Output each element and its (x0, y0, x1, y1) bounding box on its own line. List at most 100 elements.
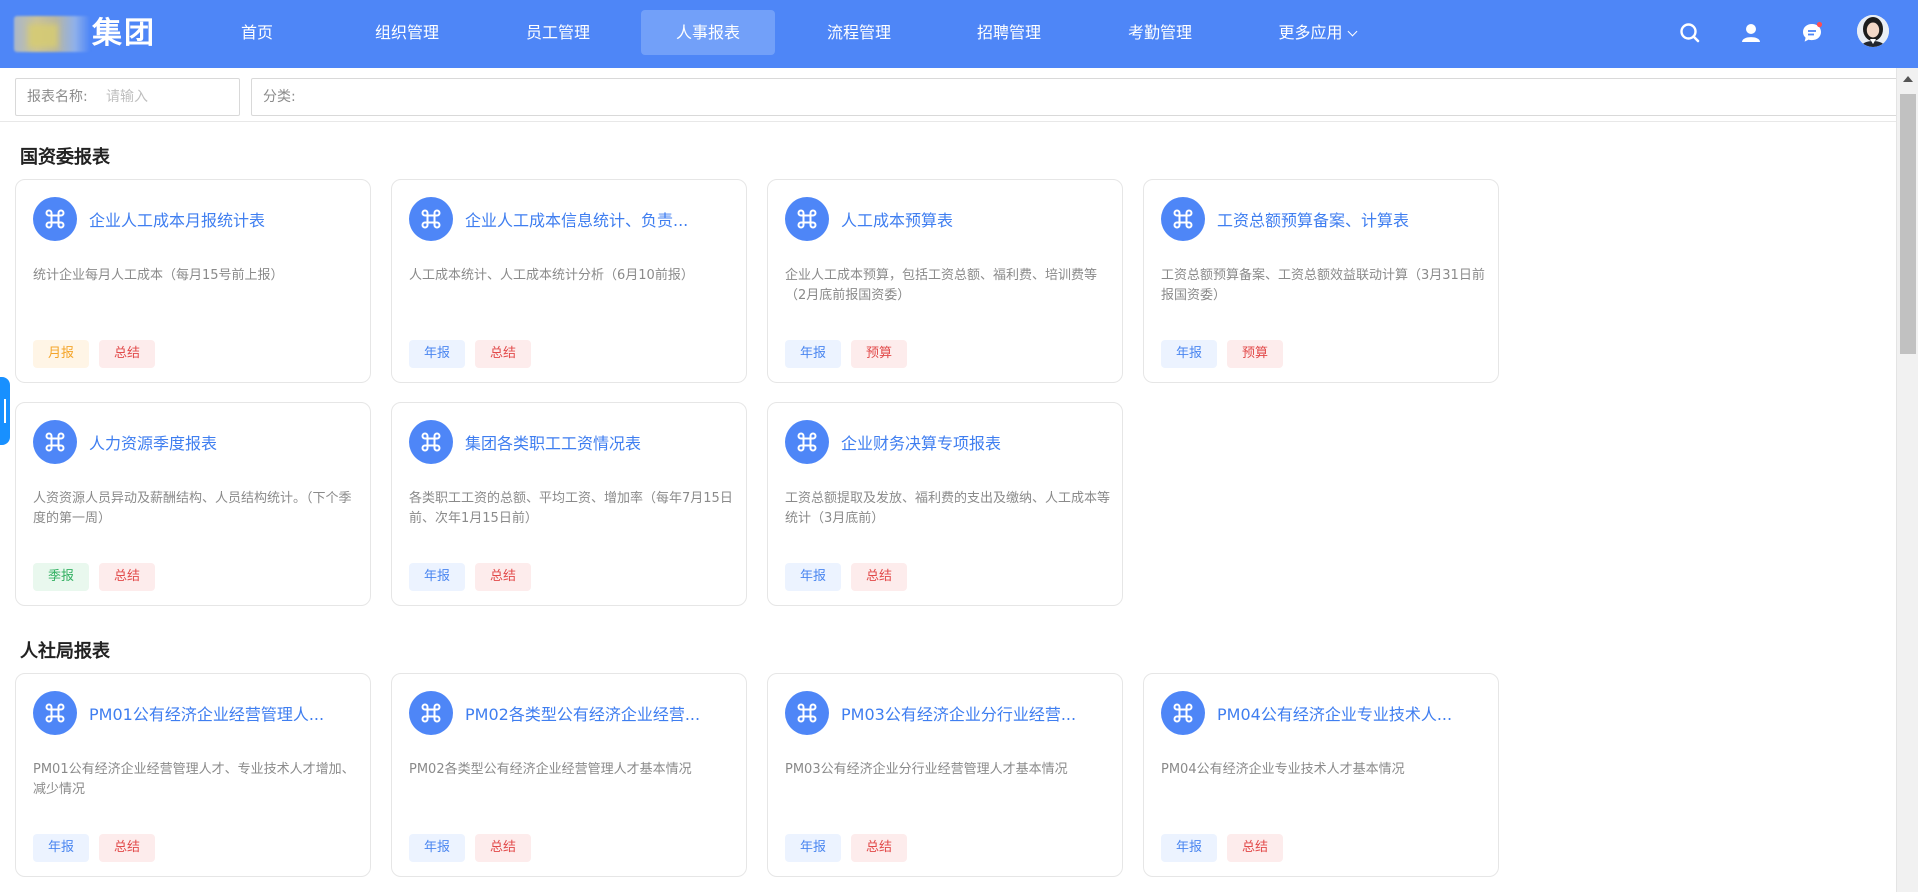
tag-badge: 年报 (409, 340, 466, 368)
tag-badge: 年报 (409, 834, 466, 862)
nav-item-attendance[interactable]: 考勤管理 (1105, 10, 1215, 55)
category-label: 分类: (263, 89, 296, 105)
report-card[interactable]: PM02各类型公有经济企业经营... PM02各类型公有经济企业经营管理人才基本… (391, 673, 747, 877)
report-card-description: 工资总额提取及发放、福利费的支出及缴纳、人工成本等统计（3月底前） (785, 491, 1111, 526)
report-card-tags: 年报 总结 (409, 563, 541, 591)
tag-badge: 总结 (99, 563, 156, 591)
tag-badge: 年报 (785, 340, 842, 368)
tag-badge: 年报 (1161, 834, 1218, 862)
top-navigation-bar: 集团 首页 组织管理 员工管理 人事报表 流程管理 招聘管理 考勤管理 更多应用 (0, 0, 1918, 68)
nav-item-more-apps[interactable]: 更多应用 (1262, 10, 1372, 55)
report-card-description: PM02各类型公有经济企业经营管理人才基本情况 (409, 762, 692, 777)
report-card[interactable]: 企业人工成本信息统计、负责... 人工成本统计、人工成本统计分析（6月10前报）… (391, 179, 747, 383)
nav-label: 员工管理 (525, 23, 590, 42)
tag-badge: 预算 (1227, 340, 1284, 368)
tag-badge: 年报 (785, 834, 842, 862)
search-icon[interactable] (1677, 20, 1703, 46)
report-card-title[interactable]: PM03公有经济企业分行业经营... (841, 701, 1111, 725)
report-name-input[interactable] (106, 79, 234, 115)
report-card[interactable]: PM01公有经济企业经营管理人... PM01公有经济企业经营管理人才、专业技术… (15, 673, 371, 877)
chevron-down-icon (1347, 26, 1357, 37)
tag-badge: 年报 (785, 563, 842, 591)
report-card-tags: 季报 总结 (33, 563, 165, 591)
command-icon (409, 420, 453, 464)
command-icon (785, 197, 829, 241)
nav-item-workflow[interactable]: 流程管理 (804, 10, 914, 55)
report-card-title[interactable]: PM04公有经济企业专业技术人... (1217, 701, 1487, 725)
tag-badge: 总结 (475, 563, 532, 591)
report-card-title[interactable]: 企业人工成本月报统计表 (89, 207, 359, 231)
report-card-description: 统计企业每月人工成本（每月15号前上报） (33, 268, 284, 283)
tag-badge: 总结 (851, 834, 908, 862)
nav-item-employee[interactable]: 员工管理 (503, 10, 613, 55)
report-name-label: 报表名称: (27, 89, 88, 105)
command-icon (1161, 197, 1205, 241)
nav-label: 更多应用 (1278, 23, 1343, 42)
report-card-description: PM03公有经济企业分行业经营管理人才基本情况 (785, 762, 1068, 777)
command-icon (409, 197, 453, 241)
vertical-scrollbar[interactable] (1896, 68, 1918, 892)
scroll-up-arrow-icon[interactable] (1903, 76, 1913, 82)
report-card-title[interactable]: 企业人工成本信息统计、负责... (465, 207, 735, 231)
report-card-title[interactable]: PM01公有经济企业经营管理人... (89, 701, 359, 725)
report-card-description: 人工成本统计、人工成本统计分析（6月10前报） (409, 268, 694, 283)
nav-item-home[interactable]: 首页 (222, 10, 292, 55)
report-name-field[interactable]: 报表名称: (15, 78, 240, 116)
report-card[interactable]: 企业人工成本月报统计表 统计企业每月人工成本（每月15号前上报） 月报 总结 (15, 179, 371, 383)
command-icon (785, 691, 829, 735)
section-title: 人社局报表 (20, 641, 110, 662)
report-card-description: 各类职工工资的总额、平均工资、增加率（每年7月15日前、次年1月15日前） (409, 491, 733, 526)
command-icon (33, 197, 77, 241)
user-icon[interactable] (1738, 20, 1764, 46)
report-card-title[interactable]: 人工成本预算表 (841, 207, 1111, 231)
report-card-description: PM04公有经济企业专业技术人才基本情况 (1161, 762, 1405, 777)
tag-badge: 季报 (33, 563, 90, 591)
nav-item-organization[interactable]: 组织管理 (352, 10, 462, 55)
tag-badge: 年报 (1161, 340, 1218, 368)
company-logo[interactable]: 集团 (14, 14, 160, 54)
tag-badge: 总结 (1227, 834, 1284, 862)
nav-label: 招聘管理 (976, 23, 1041, 42)
report-card[interactable]: 人力资源季度报表 人资资源人员异动及薪酬结构、人员结构统计。（下个季度的第一周）… (15, 402, 371, 606)
report-card[interactable]: PM04公有经济企业专业技术人... PM04公有经济企业专业技术人才基本情况 … (1143, 673, 1499, 877)
avatar[interactable] (1857, 15, 1889, 47)
tag-badge: 预算 (851, 340, 908, 368)
report-card-tags: 年报 总结 (409, 834, 541, 862)
nav-label: 流程管理 (826, 23, 891, 42)
section-title: 国资委报表 (20, 147, 110, 168)
message-icon[interactable] (1799, 20, 1825, 46)
report-card[interactable]: PM03公有经济企业分行业经营... PM03公有经济企业分行业经营管理人才基本… (767, 673, 1123, 877)
nav-item-recruitment[interactable]: 招聘管理 (954, 10, 1064, 55)
nav-label: 组织管理 (374, 23, 439, 42)
category-field[interactable]: 分类: (251, 78, 1901, 116)
nav-label: 人事报表 (675, 23, 740, 42)
report-card-title[interactable]: 人力资源季度报表 (89, 430, 359, 454)
report-card-title[interactable]: 工资总额预算备案、计算表 (1217, 207, 1487, 231)
report-card[interactable]: 工资总额预算备案、计算表 工资总额预算备案、工资总额效益联动计算（3月31日前报… (1143, 179, 1499, 383)
scrollbar-thumb[interactable] (1900, 94, 1916, 354)
report-card-title[interactable]: 企业财务决算专项报表 (841, 430, 1111, 454)
command-icon (33, 691, 77, 735)
tag-badge: 总结 (851, 563, 908, 591)
report-card-tags: 年报 总结 (785, 834, 917, 862)
report-card-description: PM01公有经济企业经营管理人才、专业技术人才增加、减少情况 (33, 762, 355, 797)
logo-text: 集团 (92, 16, 156, 51)
report-card[interactable]: 人工成本预算表 企业人工成本预算，包括工资总额、福利费、培训费等（2月底前报国资… (767, 179, 1123, 383)
nav-item-hr-reports[interactable]: 人事报表 (641, 10, 775, 55)
tag-badge: 月报 (33, 340, 90, 368)
report-card-title[interactable]: PM02各类型公有经济企业经营... (465, 701, 735, 725)
command-icon (409, 691, 453, 735)
side-drawer-handle[interactable] (0, 377, 10, 445)
report-card-description: 工资总额预算备案、工资总额效益联动计算（3月31日前报国资委） (1161, 268, 1485, 303)
report-card-tags: 年报 总结 (33, 834, 165, 862)
tag-badge: 总结 (99, 834, 156, 862)
report-card[interactable]: 企业财务决算专项报表 工资总额提取及发放、福利费的支出及缴纳、人工成本等统计（3… (767, 402, 1123, 606)
tag-badge: 总结 (99, 340, 156, 368)
report-card-description: 企业人工成本预算，包括工资总额、福利费、培训费等（2月底前报国资委） (785, 268, 1098, 303)
tag-badge: 年报 (409, 563, 466, 591)
report-card-title[interactable]: 集团各类职工工资情况表 (465, 430, 735, 454)
report-card-tags: 年报 预算 (785, 340, 917, 368)
report-card-tags: 年报 总结 (785, 563, 917, 591)
report-card[interactable]: 集团各类职工工资情况表 各类职工工资的总额、平均工资、增加率（每年7月15日前、… (391, 402, 747, 606)
category-input[interactable] (304, 79, 1884, 115)
